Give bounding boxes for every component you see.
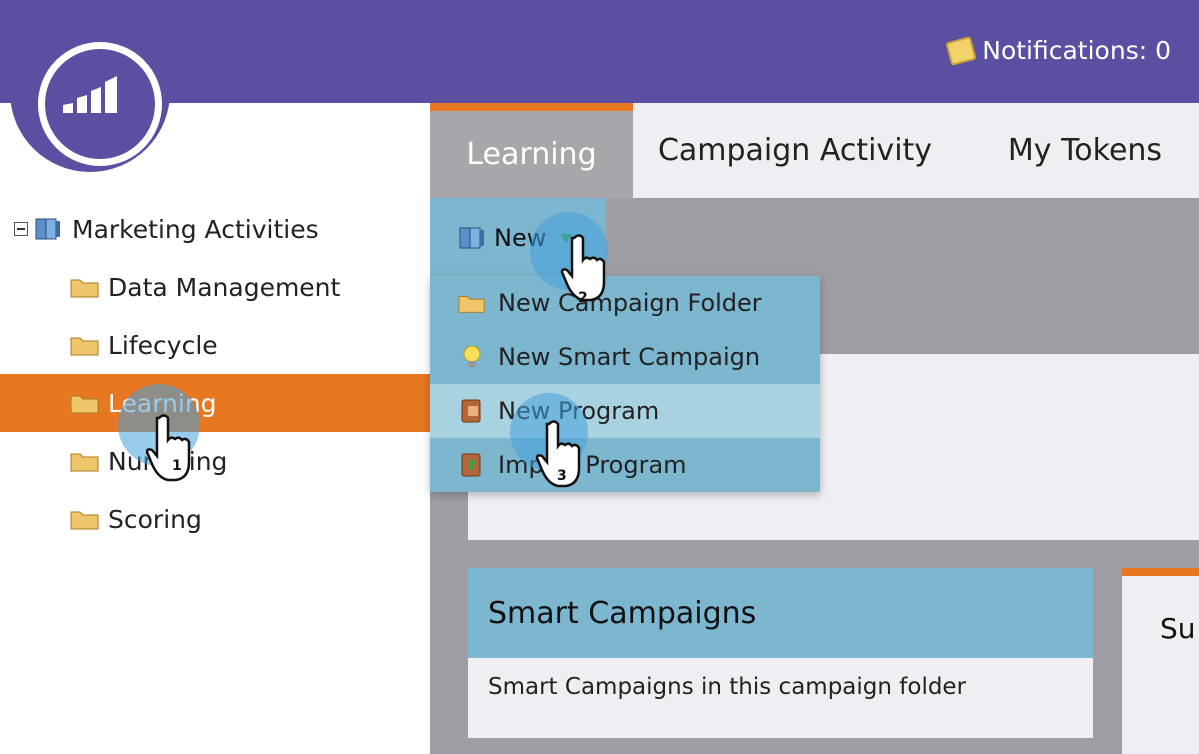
menu-item-label: New Smart Campaign [498, 343, 761, 371]
tree-item-data-management[interactable]: Data Management [70, 258, 340, 316]
menu-item-new-smart-campaign[interactable]: New Smart Campaign [430, 330, 820, 384]
logo[interactable] [10, 12, 170, 172]
smart-campaigns-description: Smart Campaigns in this campaign folder [488, 674, 967, 700]
notification-note-icon [945, 35, 977, 66]
menu-item-new-program[interactable]: New Program [430, 384, 820, 438]
tab-my-tokens[interactable]: My Tokens [990, 103, 1180, 198]
folder-icon [70, 395, 99, 414]
tree-root-marketing-activities[interactable]: Marketing Activities [14, 200, 319, 258]
folder-icon [70, 279, 99, 298]
tree-item-learning[interactable]: Learning [0, 374, 430, 432]
tree-root-label: Marketing Activities [72, 214, 319, 244]
step-number-1: 1 [172, 458, 182, 474]
summary-label: Su [1160, 612, 1196, 645]
menu-item-label: New Campaign Folder [498, 289, 762, 317]
step-number-2: 2 [578, 290, 588, 306]
book-icon [35, 218, 60, 240]
folder-icon [458, 296, 485, 313]
tree-item-label: Scoring [108, 504, 202, 534]
book-icon [459, 227, 484, 249]
hand-cursor-icon: 2 [560, 234, 606, 306]
menu-item-import-program[interactable]: Import Program [430, 438, 820, 492]
summary-card: Su [1122, 568, 1199, 754]
tree-item-lifecycle[interactable]: Lifecycle [70, 316, 218, 374]
tree-item-label: Data Management [108, 272, 341, 302]
notifications[interactable]: Notifications: 0 [945, 35, 1171, 66]
tree-item-label: Lifecycle [108, 330, 218, 360]
folder-icon [70, 511, 99, 530]
menu-item-new-campaign-folder[interactable]: New Campaign Folder [430, 276, 820, 330]
smart-campaigns-title: Smart Campaigns [468, 568, 1093, 658]
tab-learning[interactable]: Learning [430, 103, 633, 198]
folder-icon [70, 337, 99, 356]
tab-bar: Learning Campaign Activity My Tokens [430, 103, 1199, 198]
step-number-3: 3 [557, 468, 567, 484]
new-dropdown-menu: New Campaign Folder New Smart Campaign N… [430, 276, 820, 492]
marketo-bars-icon [63, 76, 117, 113]
collapse-icon[interactable] [14, 222, 28, 236]
notifications-label: Notifications: 0 [982, 36, 1171, 65]
lightbulb-icon [463, 345, 481, 367]
folder-icon [70, 453, 99, 472]
hand-cursor-icon: 1 [145, 414, 191, 482]
hand-cursor-icon: 3 [535, 420, 581, 488]
import-icon [461, 453, 481, 477]
tree-item-scoring[interactable]: Scoring [70, 490, 202, 548]
program-icon [461, 399, 481, 423]
smart-campaigns-card: Smart Campaigns Smart Campaigns in this … [468, 568, 1093, 738]
tab-campaign-activity[interactable]: Campaign Activity [655, 103, 935, 198]
